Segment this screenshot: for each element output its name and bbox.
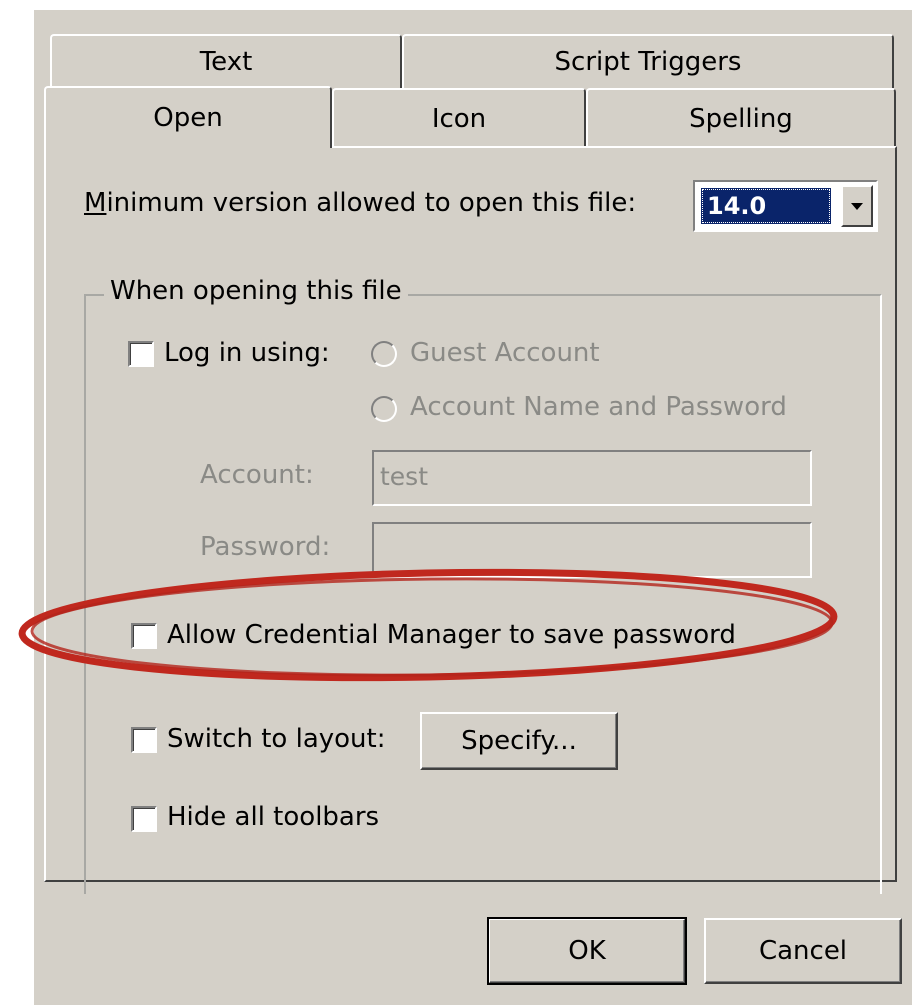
ok-button-label: OK	[568, 936, 606, 966]
account-label: Account:	[200, 460, 314, 490]
credential-label[interactable]: Allow Credential Manager to save passwor…	[167, 620, 736, 650]
dropdown-button[interactable]	[841, 185, 873, 227]
cancel-button-label: Cancel	[758, 936, 848, 966]
chevron-down-icon	[851, 203, 863, 210]
guest-account-label: Guest Account	[410, 338, 600, 368]
account-field[interactable]: test	[372, 450, 812, 506]
account-name-password-radio[interactable]	[371, 396, 397, 422]
cancel-button[interactable]: Cancel	[704, 918, 902, 984]
ok-button[interactable]: OK	[487, 917, 687, 985]
group-title: When opening this file	[104, 276, 408, 306]
login-label[interactable]: Log in using:	[164, 338, 330, 368]
specify-button[interactable]: Specify...	[420, 712, 618, 770]
min-version-select[interactable]: 14.0	[693, 180, 878, 232]
account-name-password-label: Account Name and Password	[410, 392, 787, 422]
guest-account-radio[interactable]	[371, 341, 397, 367]
switch-layout-checkbox[interactable]	[131, 727, 157, 753]
password-field[interactable]	[372, 522, 812, 578]
hide-toolbars-checkbox[interactable]	[131, 806, 157, 832]
hide-toolbars-label[interactable]: Hide all toolbars	[167, 802, 379, 832]
switch-layout-label[interactable]: Switch to layout:	[167, 724, 385, 754]
specify-button-label: Specify...	[461, 726, 577, 756]
min-version-value: 14.0	[701, 188, 831, 224]
login-checkbox[interactable]	[128, 341, 154, 367]
password-label: Password:	[200, 532, 331, 562]
credential-checkbox[interactable]	[131, 623, 157, 649]
login-label-text: Log in using:	[164, 338, 330, 368]
min-version-label: Minimum version allowed to open this fil…	[84, 188, 637, 218]
